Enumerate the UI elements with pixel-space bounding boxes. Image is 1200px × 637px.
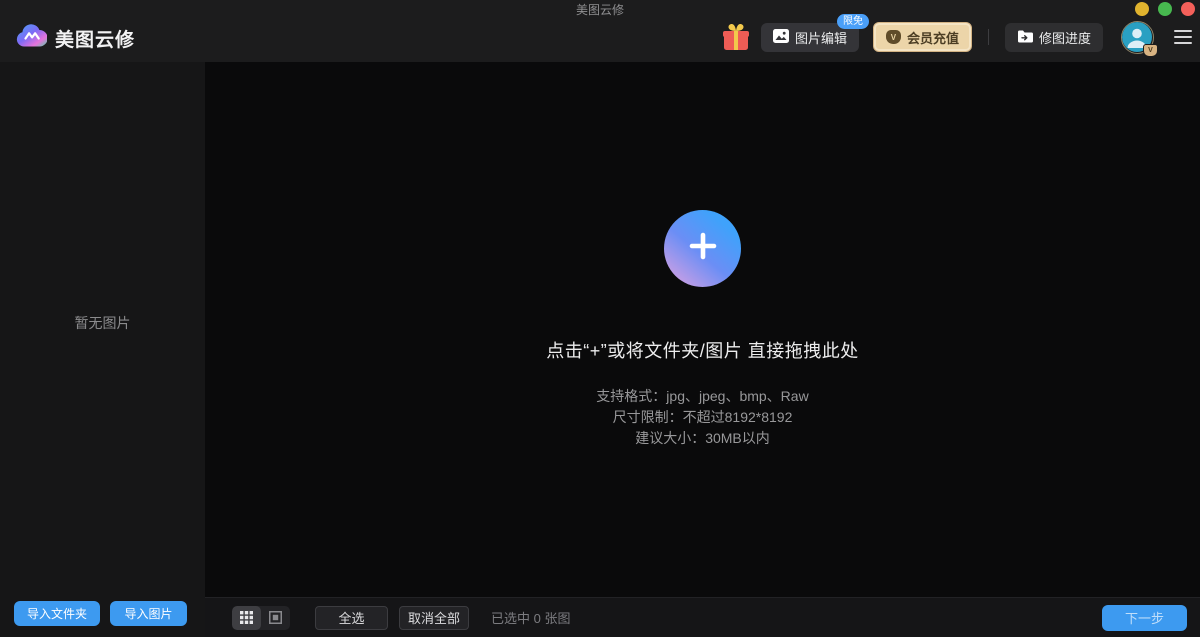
- supported-formats-text: 支持格式：jpg、jpeg、bmp、Raw: [596, 386, 808, 407]
- deselect-all-button[interactable]: 取消全部: [399, 606, 469, 630]
- import-folder-button[interactable]: 导入文件夹: [14, 601, 100, 626]
- avatar-vip-badge: V: [1143, 44, 1158, 57]
- image-edit-label: 图片编辑: [795, 28, 847, 47]
- menu-icon[interactable]: [1174, 26, 1192, 48]
- size-limit-text: 尺寸限制：不超过8192*8192: [596, 407, 808, 428]
- retouch-progress-label: 修图进度: [1039, 28, 1091, 47]
- vip-recharge-label: 会员充值: [907, 28, 959, 47]
- gift-icon[interactable]: [722, 22, 750, 52]
- image-edit-button[interactable]: 图片编辑 限免: [761, 23, 859, 52]
- next-step-button[interactable]: 下一步: [1102, 605, 1187, 631]
- image-icon: [773, 29, 789, 46]
- sidebar-empty-text: 暂无图片: [0, 313, 205, 333]
- drop-zone-info: 支持格式：jpg、jpeg、bmp、Raw 尺寸限制：不超过8192*8192 …: [596, 386, 808, 449]
- bottom-toolbar: 全选 取消全部 已选中 0 张图 下一步: [205, 597, 1200, 637]
- app-logo: 美图云修: [16, 22, 135, 54]
- logo-text: 美图云修: [55, 25, 135, 52]
- header-bar: 美图云修 美图云修: [0, 0, 1200, 62]
- logo-cloud-icon: [16, 22, 47, 54]
- grid-view-icon[interactable]: [232, 606, 261, 630]
- header-divider: [988, 29, 989, 45]
- add-photos-button[interactable]: [664, 210, 741, 287]
- import-image-button[interactable]: 导入图片: [110, 601, 187, 626]
- selected-count-text: 已选中 0 张图: [491, 608, 570, 627]
- vip-recharge-button[interactable]: V 会员充值: [873, 22, 972, 52]
- retouch-progress-button[interactable]: 修图进度: [1005, 23, 1103, 52]
- recommended-size-text: 建议大小：30MB以内: [596, 428, 808, 449]
- folder-export-icon: [1017, 29, 1033, 46]
- drop-zone-headline: 点击“+”或将文件夹/图片 直接拖拽此处: [546, 337, 859, 363]
- photo-list-sidebar: 暂无图片 导入文件夹 导入图片: [0, 62, 205, 637]
- single-view-icon[interactable]: [261, 606, 290, 630]
- select-all-button[interactable]: 全选: [315, 606, 388, 630]
- plus-icon: [685, 228, 721, 269]
- drop-zone[interactable]: 点击“+”或将文件夹/图片 直接拖拽此处 支持格式：jpg、jpeg、bmp、R…: [205, 62, 1200, 597]
- free-badge: 限免: [837, 14, 869, 29]
- view-mode-toggle: [232, 606, 290, 630]
- header-actions: 图片编辑 限免 V 会员充值 修图进度: [722, 14, 1192, 60]
- vip-v-icon: V: [886, 30, 901, 44]
- user-avatar[interactable]: V: [1121, 21, 1154, 54]
